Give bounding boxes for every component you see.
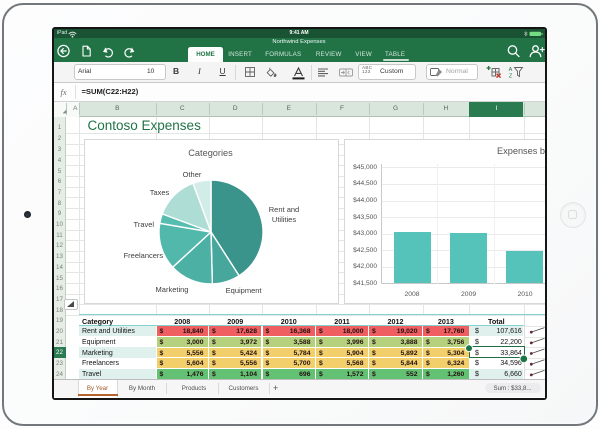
svg-text:A: A bbox=[509, 67, 513, 73]
svg-text:Z: Z bbox=[509, 73, 513, 79]
